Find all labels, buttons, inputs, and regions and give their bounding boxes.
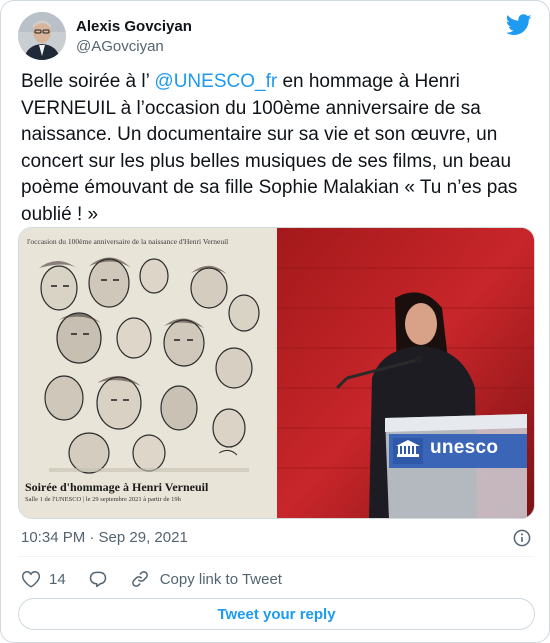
- tweet-your-reply-button[interactable]: Tweet your reply: [18, 598, 535, 630]
- tweet-actions: 14 Copy link to Tweet: [21, 569, 304, 589]
- poster-title: Soirée d'hommage à Henri Verneuil: [25, 480, 209, 494]
- divider: [18, 556, 535, 557]
- poster-top-caption: l'occasion du 100ème anniversaire de la …: [27, 237, 229, 246]
- tweet-timestamp[interactable]: 10:34 PM · Sep 29, 2021: [21, 529, 188, 546]
- mention-link[interactable]: @UNESCO_fr: [154, 71, 277, 92]
- copy-link-label: Copy link to Tweet: [159, 570, 282, 588]
- tweet-text-rest: en hommage à Henri VERNEUIL à l’occasion…: [21, 71, 518, 225]
- media-grid: l'occasion du 100ème anniversaire de la …: [18, 227, 535, 519]
- like-count: 14: [49, 570, 66, 588]
- link-icon: [131, 571, 148, 587]
- like-action[interactable]: 14: [21, 569, 66, 589]
- media-photo-poster[interactable]: l'occasion du 100ème anniversaire de la …: [19, 228, 277, 518]
- heart-icon: [21, 570, 41, 588]
- podium-unesco-label: unesco: [430, 437, 499, 458]
- twitter-bird-icon[interactable]: [506, 14, 532, 36]
- reply-action[interactable]: [88, 569, 108, 589]
- tweet-text: Belle soirée à l’ @UNESCO_fr en hommage …: [21, 69, 533, 228]
- reply-bubble-icon: [89, 571, 106, 588]
- author-handle[interactable]: @AGovciyan: [76, 37, 192, 56]
- copy-link-action[interactable]: Copy link to Tweet: [130, 569, 282, 589]
- info-icon[interactable]: [513, 529, 531, 547]
- poster-subtitle: Salle 1 de l'UNESCO | le 29 septembre 20…: [25, 496, 181, 503]
- author-display-name[interactable]: Alexis Govciyan: [76, 17, 192, 37]
- author-names: Alexis Govciyan @AGovciyan: [76, 17, 192, 56]
- tweet-text-start: Belle soirée à l’: [21, 71, 155, 92]
- avatar[interactable]: [18, 12, 66, 60]
- tweet-header: Alexis Govciyan @AGovciyan: [18, 12, 536, 60]
- tweet-card: Alexis Govciyan @AGovciyan Belle soirée …: [0, 0, 550, 643]
- media-photo-speaker[interactable]: unesco: [277, 228, 534, 518]
